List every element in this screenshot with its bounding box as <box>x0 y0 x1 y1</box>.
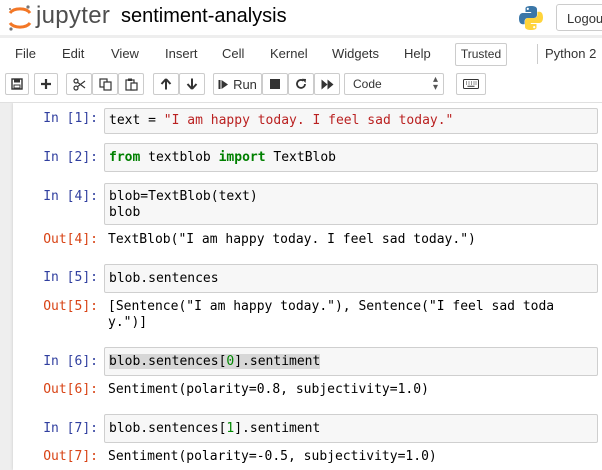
arrow-up-icon <box>160 78 172 90</box>
restart-run-all-button[interactable] <box>314 73 340 95</box>
code-line: blob <box>109 205 141 220</box>
step-forward-icon <box>218 79 229 89</box>
code-text: textblob <box>140 150 219 165</box>
arrow-down-icon <box>186 78 198 90</box>
menu-insert[interactable]: Insert <box>165 46 198 61</box>
code-cell-input[interactable]: blob.sentences[1].sentiment <box>104 414 598 443</box>
refresh-icon <box>296 78 306 89</box>
plus-icon <box>41 79 51 89</box>
keyboard-icon <box>463 79 479 89</box>
notebook-page: In [1]: text = "I am happy today. I feel… <box>13 103 602 470</box>
code-line: blob=TextBlob(text) <box>109 189 258 204</box>
code-cell-input[interactable]: blob=TextBlob(text) blob <box>104 183 598 225</box>
paste-icon <box>124 78 138 91</box>
cell-type-select[interactable]: Code ▴ ▾ <box>344 73 444 95</box>
jupyter-logo-icon[interactable] <box>6 4 34 32</box>
code-cell-input[interactable]: from textblob import TextBlob <box>104 143 598 172</box>
menu-widgets[interactable]: Widgets <box>332 46 379 61</box>
python-logo-icon <box>519 6 543 30</box>
kernel-separator <box>537 44 538 64</box>
stop-icon <box>270 79 280 89</box>
code-keyword: from <box>109 150 141 165</box>
output-line: y.")] <box>108 315 148 330</box>
cell-output: [Sentence("I am happy today."), Sentence… <box>108 299 554 331</box>
in-prompt: In [1]: <box>43 111 98 126</box>
notebook-header: jupyter sentiment-analysis Logout <box>0 0 602 35</box>
restart-button[interactable] <box>288 73 314 95</box>
in-prompt: In [5]: <box>43 270 98 285</box>
code-keyword: import <box>218 150 266 165</box>
trusted-indicator[interactable]: Trusted <box>455 43 507 66</box>
in-prompt: In [7]: <box>43 421 98 436</box>
out-prompt: Out[5]: <box>43 299 98 314</box>
menu-cell[interactable]: Cell <box>222 46 244 61</box>
copy-icon <box>98 77 112 91</box>
code-text: text = <box>109 113 164 128</box>
output-line: [Sentence("I am happy today."), Sentence… <box>108 299 555 314</box>
cell-output: Sentiment(polarity=-0.5, subjectivity=1.… <box>108 449 437 464</box>
menu-kernel[interactable]: Kernel <box>270 46 308 61</box>
fast-forward-icon <box>321 79 333 89</box>
kernel-name[interactable]: Python 2 <box>545 46 596 61</box>
run-label: Run <box>233 76 257 92</box>
notebook-area[interactable]: In [1]: text = "I am happy today. I feel… <box>0 103 602 470</box>
cell-output: Sentiment(polarity=0.8, subjectivity=1.0… <box>108 382 429 397</box>
code-string: "I am happy today. I feel sad today." <box>163 113 454 128</box>
in-prompt: In [2]: <box>43 150 98 165</box>
code-text: blob.sentences <box>109 271 219 286</box>
out-prompt: Out[7]: <box>43 449 98 464</box>
code-text: ].sentiment <box>234 421 321 436</box>
move-down-button[interactable] <box>179 73 205 95</box>
save-button[interactable] <box>5 73 29 95</box>
in-prompt: In [6]: <box>43 354 98 369</box>
out-prompt: Out[6]: <box>43 382 98 397</box>
scissors-icon <box>72 77 85 91</box>
menu-edit[interactable]: Edit <box>62 46 84 61</box>
code-cell-input[interactable]: blob.sentences[0].sentiment <box>104 347 598 376</box>
copy-button[interactable] <box>92 73 118 95</box>
command-palette-button[interactable] <box>456 73 486 95</box>
cell-output: TextBlob("I am happy today. I feel sad t… <box>108 232 476 247</box>
code-cell-input[interactable]: text = "I am happy today. I feel sad tod… <box>104 108 598 134</box>
select-arrows-icon: ▴ ▾ <box>432 74 438 93</box>
cell-type-value: Code <box>353 77 382 91</box>
toolbar: Run Code ▴ ▾ <box>0 68 602 103</box>
code-selection: blob.sentences[0].sentiment <box>109 354 321 369</box>
menu-help[interactable]: Help <box>404 46 431 61</box>
out-prompt: Out[4]: <box>43 232 98 247</box>
menu-view[interactable]: View <box>111 46 139 61</box>
in-prompt: In [4]: <box>43 189 98 204</box>
interrupt-button[interactable] <box>262 73 288 95</box>
logout-button[interactable]: Logout <box>556 4 602 31</box>
code-cell-input[interactable]: blob.sentences <box>104 264 598 293</box>
cut-button[interactable] <box>66 73 92 95</box>
run-button[interactable]: Run <box>213 73 262 95</box>
paste-button[interactable] <box>118 73 144 95</box>
notebook-title[interactable]: sentiment-analysis <box>121 5 287 28</box>
insert-cell-button[interactable] <box>34 73 58 95</box>
menubar: File Edit View Insert Cell Kernel Widget… <box>0 38 602 68</box>
code-text: TextBlob <box>265 150 337 165</box>
jupyter-logo-text: jupyter <box>36 2 111 29</box>
code-text: blob.sentences[ <box>109 421 227 436</box>
code-text: ].sentiment <box>234 354 321 369</box>
save-icon <box>11 78 23 90</box>
menu-file[interactable]: File <box>15 46 36 61</box>
move-up-button[interactable] <box>153 73 179 95</box>
code-text: blob.sentences[ <box>109 354 227 369</box>
